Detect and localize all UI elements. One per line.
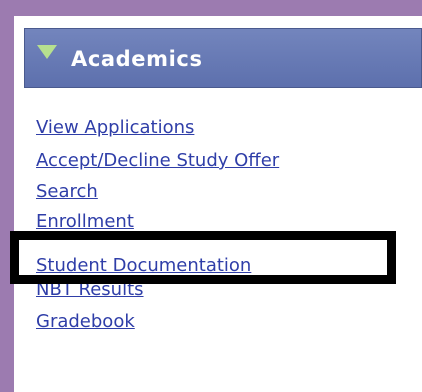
section-title: Academics <box>71 47 203 71</box>
link-gradebook[interactable]: Gradebook <box>36 311 135 333</box>
triangle-expanded-icon[interactable] <box>37 45 57 59</box>
section-header[interactable]: Academics <box>24 28 422 88</box>
link-enrollment[interactable]: Enrollment <box>36 211 134 233</box>
link-view-applications[interactable]: View Applications <box>36 117 194 139</box>
academics-panel: Academics View Applications Accept/Decli… <box>10 16 422 392</box>
link-accept-decline-study-offer[interactable]: Accept/Decline Study Offer <box>36 150 279 172</box>
highlight-box: Student Documentation <box>10 231 396 284</box>
link-student-documentation[interactable]: Student Documentation <box>36 255 251 277</box>
link-search[interactable]: Search <box>36 181 98 203</box>
